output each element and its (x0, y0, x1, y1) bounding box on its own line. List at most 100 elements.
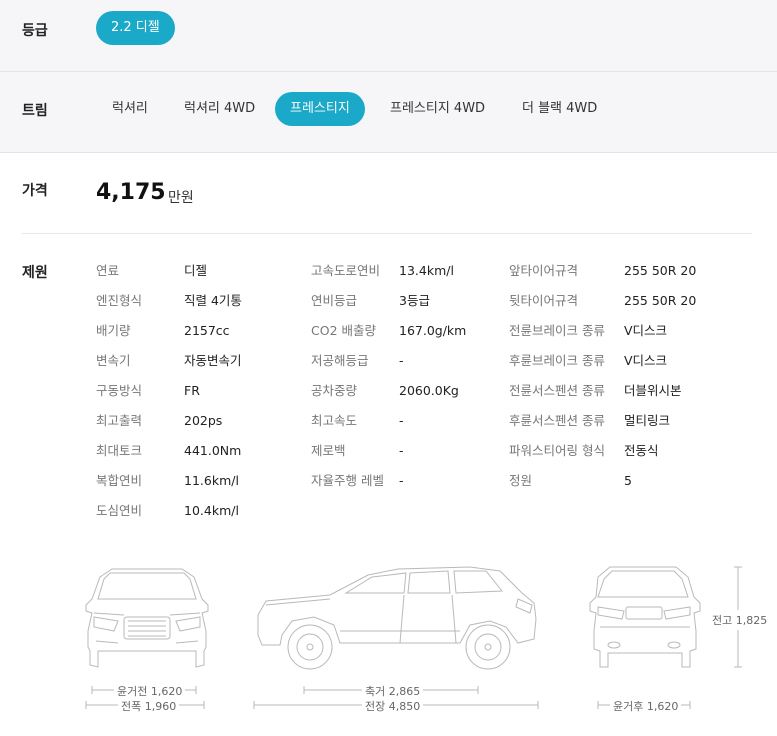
spec-row: 연료 디젤 (96, 263, 242, 293)
spec-column-3: 앞타이어규격 255 50R 20 뒷타이어규격 255 50R 20 전륜브레이크… (509, 263, 696, 503)
spec-value: 3등급 (399, 293, 430, 308)
spec-value: 전동식 (624, 443, 659, 458)
grade-row: 등급 2.2 디젤 (0, 0, 777, 72)
spec-row: 뒷타이어규격 255 50R 20 (509, 293, 696, 323)
length-label: 전장 4,850 (362, 698, 424, 714)
spec-row: 앞타이어규격 255 50R 20 (509, 263, 696, 293)
spec-value: 직렬 4기통 (184, 293, 242, 308)
spec-key: 배기량 (96, 323, 131, 338)
spec-key: 전륜브레이크 종류 (509, 323, 605, 338)
spec-key: 앞타이어규격 (509, 263, 579, 278)
section-divider (22, 233, 752, 234)
wheelbase-label: 축거 2,865 (362, 683, 424, 699)
spec-value: 11.6km/l (184, 473, 239, 488)
spec-row: 후륜브레이크 종류 V디스크 (509, 353, 696, 383)
spec-value: 자동변속기 (184, 353, 242, 368)
spec-key: 공차중량 (311, 383, 358, 398)
price-unit: 만원 (168, 190, 194, 206)
height-label: 전고 1,825 (710, 610, 770, 630)
grade-label: 등급 (22, 23, 48, 39)
spec-value: 10.4km/l (184, 503, 239, 518)
spec-value: 255 50R 20 (624, 293, 697, 308)
spec-row: 변속기 자동변속기 (96, 353, 242, 383)
spec-key: 엔진형식 (96, 293, 143, 308)
spec-key: 변속기 (96, 353, 131, 368)
spec-key: 후륜서스펜션 종류 (509, 413, 605, 428)
spec-value: 멀티링크 (624, 413, 671, 428)
spec-row: 고속도로연비 13.4km/l (311, 263, 466, 293)
spec-key: 전륜서스펜션 종류 (509, 383, 605, 398)
spec-row: 전륜브레이크 종류 V디스크 (509, 323, 696, 353)
spec-value: - (399, 353, 404, 368)
spec-key: 자율주행 레벨 (311, 473, 384, 488)
spec-row: 파워스티어링 형식 전동식 (509, 443, 696, 473)
trim-row: 트림 럭셔리 럭셔리 4WD 프레스티지 프레스티지 4WD 더 블랙 4WD (0, 72, 777, 153)
trim-option-luxury[interactable]: 럭셔리 (97, 92, 163, 126)
spec-value: V디스크 (624, 353, 668, 368)
spec-row: 정원 5 (509, 473, 696, 503)
car-side-view-icon (257, 566, 537, 670)
rear-track-label: 윤거후 1,620 (610, 698, 682, 714)
spec-value: 441.0Nm (184, 443, 242, 458)
price-value: 4,175 (96, 180, 166, 205)
spec-value: 디젤 (184, 263, 208, 278)
spec-row: 도심연비 10.4km/l (96, 503, 242, 533)
spec-value: - (399, 443, 404, 458)
spec-value: 167.0g/km (399, 323, 467, 338)
spec-key: 복합연비 (96, 473, 143, 488)
trim-option-luxury-4wd[interactable]: 럭셔리 4WD (169, 92, 270, 126)
spec-value: 2157cc (184, 323, 230, 338)
spec-key: 최고출력 (96, 413, 143, 428)
spec-value: 255 50R 20 (624, 263, 697, 278)
spec-row: 공차중량 2060.0Kg (311, 383, 466, 413)
spec-key: 연비등급 (311, 293, 358, 308)
spec-row: 전륜서스펜션 종류 더블위시본 (509, 383, 696, 413)
grade-option-selected[interactable]: 2.2 디젤 (96, 11, 175, 45)
spec-value: 13.4km/l (399, 263, 454, 278)
front-track-label: 윤거전 1,620 (114, 683, 186, 699)
spec-key: 연료 (96, 263, 120, 278)
spec-key: 구동방식 (96, 383, 143, 398)
spec-row: 후륜서스펜션 종류 멀티링크 (509, 413, 696, 443)
spec-column-2: 고속도로연비 13.4km/l 연비등급 3등급 CO2 배출량 167.0g/km … (311, 263, 466, 503)
spec-key: 최고속도 (311, 413, 358, 428)
spec-row: 저공해등급 - (311, 353, 466, 383)
spec-value: - (399, 413, 404, 428)
spec-key: 고속도로연비 (311, 263, 381, 278)
spec-key: CO2 배출량 (311, 323, 376, 338)
spec-value: - (399, 473, 404, 488)
spec-key: 정원 (509, 473, 533, 488)
spec-value: V디스크 (624, 323, 668, 338)
spec-value: 2060.0Kg (399, 383, 459, 398)
spec-key: 뒷타이어규격 (509, 293, 579, 308)
spec-key: 저공해등급 (311, 353, 369, 368)
spec-row: 최고출력 202ps (96, 413, 242, 443)
car-front-view-icon (85, 568, 209, 668)
spec-value: FR (184, 383, 200, 398)
spec-key: 파워스티어링 형식 (509, 443, 605, 458)
trim-option-prestige-4wd[interactable]: 프레스티지 4WD (375, 92, 500, 126)
spec-row: 제로백 - (311, 443, 466, 473)
spec-row: 연비등급 3등급 (311, 293, 466, 323)
spec-value: 더블위시본 (624, 383, 682, 398)
car-rear-view-icon (589, 566, 701, 668)
spec-key: 후륜브레이크 종류 (509, 353, 605, 368)
spec-row: 복합연비 11.6km/l (96, 473, 242, 503)
spec-key: 도심연비 (96, 503, 143, 518)
width-label: 전폭 1,960 (118, 698, 180, 714)
spec-row: CO2 배출량 167.0g/km (311, 323, 466, 353)
spec-row: 엔진형식 직렬 4기통 (96, 293, 242, 323)
spec-row: 자율주행 레벨 - (311, 473, 466, 503)
spec-row: 구동방식 FR (96, 383, 242, 413)
spec-value: 202ps (184, 413, 223, 428)
spec-row: 최고속도 - (311, 413, 466, 443)
spec-key: 제로백 (311, 443, 346, 458)
trim-option-prestige[interactable]: 프레스티지 (275, 92, 365, 126)
spec-row: 배기량 2157cc (96, 323, 242, 353)
specs-label: 제원 (22, 265, 48, 281)
spec-key: 최대토크 (96, 443, 143, 458)
spec-value: 5 (624, 473, 632, 488)
spec-row: 최대토크 441.0Nm (96, 443, 242, 473)
price-label: 가격 (22, 183, 48, 199)
trim-option-the-black-4wd[interactable]: 더 블랙 4WD (507, 92, 612, 126)
